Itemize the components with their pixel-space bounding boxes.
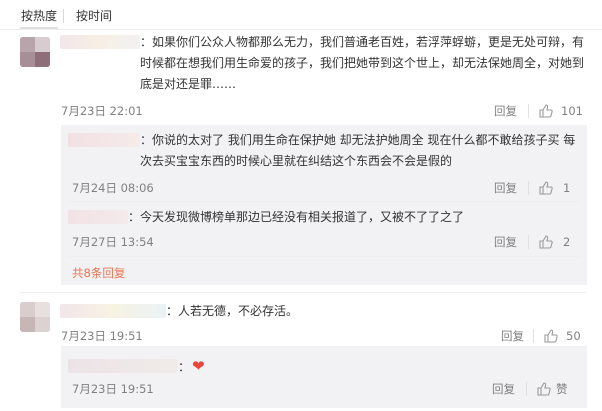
thumbs-up-icon[interactable]: [536, 381, 552, 397]
like-count: 1: [563, 181, 571, 195]
action-separator: [526, 382, 527, 396]
sort-bar: 按热度 按时间: [0, 0, 602, 30]
like-count: 2: [563, 235, 571, 249]
thumbs-up-icon[interactable]: [543, 328, 559, 344]
comment-timestamp: 7月23日 19:51: [61, 329, 143, 343]
reply-button[interactable]: 回复: [494, 104, 517, 118]
reply-button[interactable]: 回复: [494, 235, 517, 249]
avatar[interactable]: [20, 302, 50, 332]
reply-text: ： ❤: [178, 356, 238, 378]
reply-text: ：今天发现微博榜单那边已经没有相关报道了，又被不了了之了: [128, 210, 465, 224]
heart-emoji: ❤: [192, 357, 205, 375]
reply-timestamp: 7月24日 08:06: [72, 181, 154, 195]
reply-timestamp: 7月23日 19:51: [72, 382, 154, 396]
reply-timestamp: 7月27日 13:54: [72, 235, 154, 249]
action-separator: [528, 104, 529, 118]
tab-sort-time[interactable]: 按时间: [76, 9, 112, 23]
username-blurred[interactable]: [60, 304, 166, 318]
action-separator: [533, 329, 534, 343]
divider: [20, 292, 586, 293]
action-separator: [528, 235, 529, 249]
divider: [68, 201, 580, 202]
more-replies-link[interactable]: 共8条回复: [72, 266, 125, 280]
avatar[interactable]: [20, 37, 50, 67]
action-separator: [528, 181, 529, 195]
thumbs-up-icon[interactable]: [538, 234, 554, 250]
comment-text: ：如果你们公众人物都那么无力，我们普通老百姓，若浮萍蜉蝣，更是无处可辩，有时候都…: [140, 35, 585, 91]
comment-text: ：人若无德，不必存活。: [166, 304, 299, 318]
reply-button[interactable]: 回复: [494, 181, 517, 195]
like-count: 101: [561, 104, 583, 118]
reply-button[interactable]: 回复: [492, 382, 515, 396]
username-blurred[interactable]: [68, 359, 178, 373]
thumbs-up-icon[interactable]: [538, 180, 554, 196]
replies-panel: [61, 346, 587, 408]
username-blurred[interactable]: [68, 210, 128, 224]
comment-timestamp: 7月23日 22:01: [61, 104, 143, 118]
like-count: 50: [566, 329, 581, 343]
reply-colon: ：: [178, 360, 191, 374]
reply-text: ：你说的太对了 我们用生命在保护她 却无法护她周全 现在什么都不敢给孩子买 每次…: [140, 133, 576, 168]
divider: [68, 256, 580, 257]
username-blurred[interactable]: [68, 133, 140, 147]
thumbs-up-icon[interactable]: [538, 103, 554, 119]
divider: [0, 29, 602, 30]
sort-divider: [63, 9, 64, 23]
tab-sort-hot[interactable]: 按热度: [21, 9, 57, 23]
reply-button[interactable]: 回复: [501, 329, 524, 343]
username-blurred[interactable]: [60, 35, 140, 49]
like-label[interactable]: 赞: [556, 382, 568, 396]
